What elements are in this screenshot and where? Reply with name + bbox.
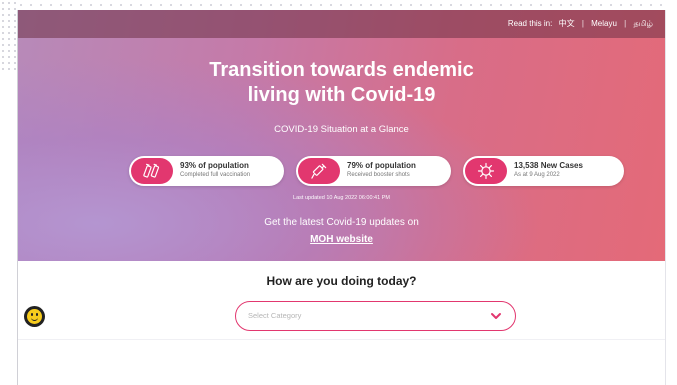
hero-title-line1: Transition towards endemic xyxy=(209,59,474,81)
decorative-dot-strip xyxy=(16,0,666,10)
smiley-face xyxy=(27,309,42,324)
moh-website-link[interactable]: MOH website xyxy=(310,234,373,245)
virus-icon xyxy=(465,158,507,184)
stat-headline: 13,538 New Cases xyxy=(514,161,583,170)
page-frame: Read this in: 中文 | Melayu | தமிழ் Transi… xyxy=(0,0,677,385)
hero-subtitle: COVID-19 Situation at a Glance xyxy=(274,124,409,135)
section-divider xyxy=(18,339,665,340)
stat-headline: 93% of population xyxy=(180,161,249,170)
language-prefix: Read this in: xyxy=(507,19,553,28)
stat-detail: As at 9 Aug 2022 xyxy=(514,172,560,178)
language-link-tamil[interactable]: தமிழ் xyxy=(633,19,653,29)
moh-link-wrapper: MOH website xyxy=(18,234,665,245)
wellbeing-question: How are you doing today? xyxy=(266,274,417,288)
language-link-chinese[interactable]: 中文 xyxy=(559,18,575,29)
stat-headline: 79% of population xyxy=(347,161,416,170)
stat-card-vaccination: 93% of population Completed full vaccina… xyxy=(129,156,284,186)
stat-detail: Completed full vaccination xyxy=(180,172,251,178)
hero-banner: Read this in: 中文 | Melayu | தமிழ் Transi… xyxy=(18,10,665,261)
language-switcher: Read this in: 中文 | Melayu | தமிழ் xyxy=(508,18,653,29)
stat-card-new-cases: 13,538 New Cases As at 9 Aug 2022 xyxy=(463,156,624,186)
language-bar: Read this in: 中文 | Melayu | தமிழ் xyxy=(18,10,665,38)
latest-updates-text: Get the latest Covid-19 updates on xyxy=(264,217,419,228)
category-select[interactable]: Select Category xyxy=(235,301,516,331)
language-separator: | xyxy=(581,19,584,28)
language-separator: | xyxy=(624,19,627,28)
syringe-icon xyxy=(298,158,340,184)
right-border xyxy=(665,10,666,385)
last-updated-text: Last updated 10 Aug 2022 06:00:41 PM xyxy=(293,195,390,201)
decorative-dot-pattern xyxy=(0,0,16,70)
select-placeholder: Select Category xyxy=(248,311,302,320)
hero-title-line2: living with Covid-19 xyxy=(247,84,436,106)
stat-card-booster: 79% of population Received booster shots xyxy=(296,156,451,186)
stat-detail: Received booster shots xyxy=(347,172,410,178)
vaccine-vials-icon xyxy=(131,158,173,184)
language-link-malay[interactable]: Melayu xyxy=(591,19,617,28)
chevron-down-icon xyxy=(491,313,501,319)
feedback-smiley-icon[interactable] xyxy=(24,306,45,327)
